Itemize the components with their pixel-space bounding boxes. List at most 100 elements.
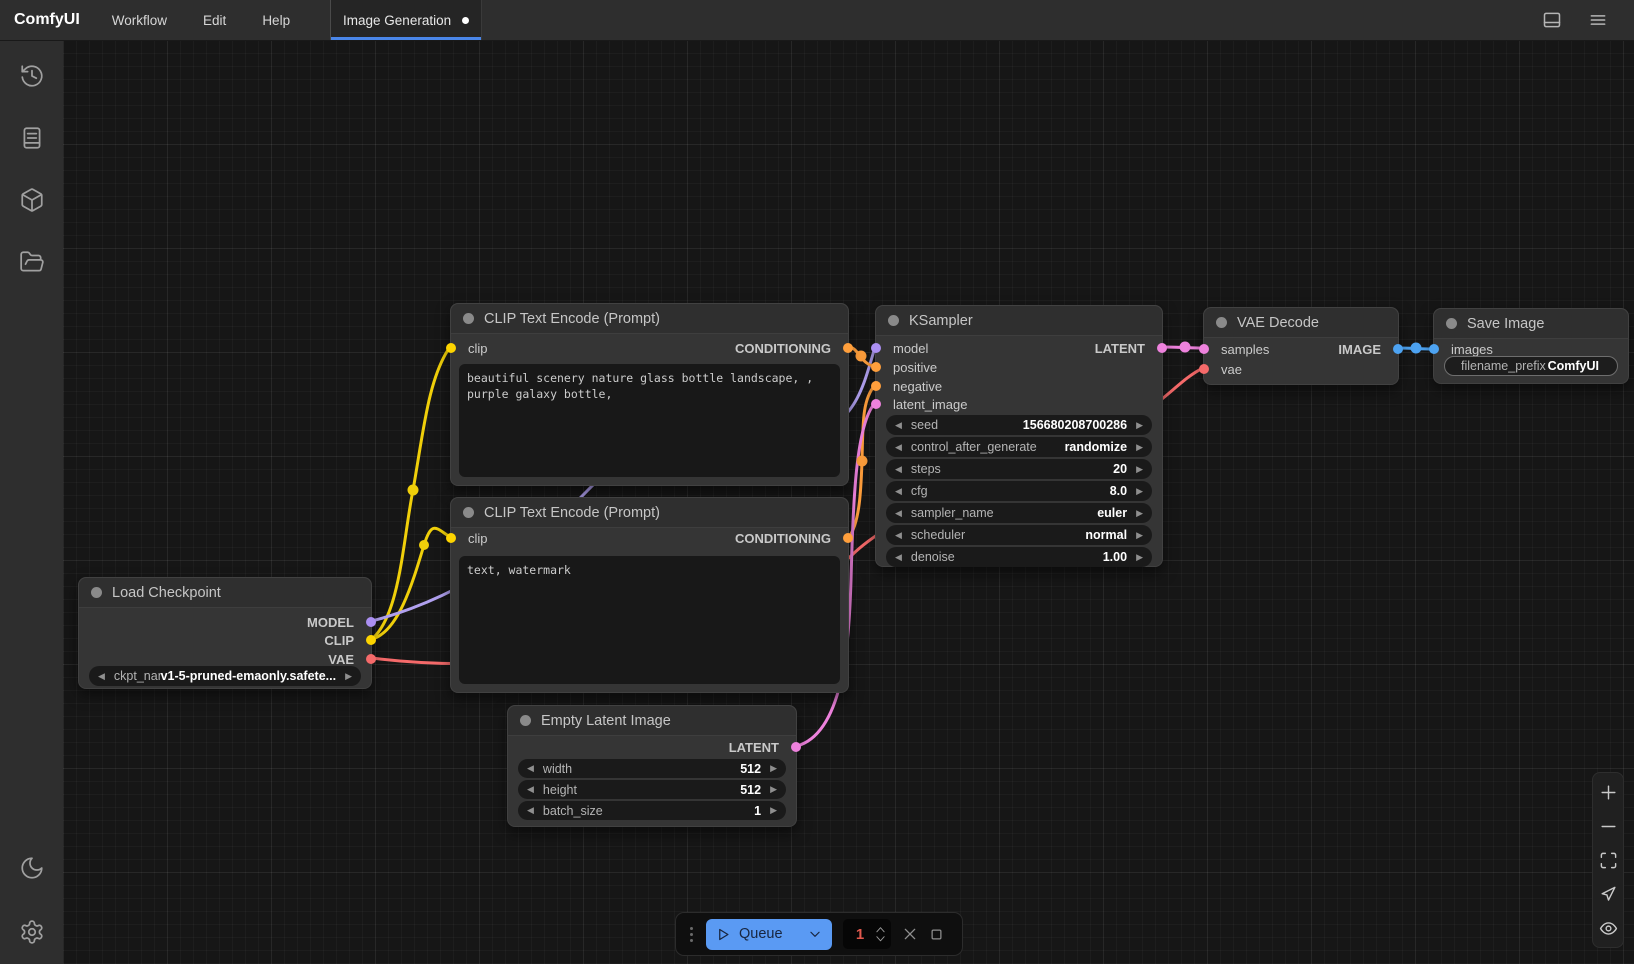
- decrement-arrow-icon[interactable]: ◀: [895, 443, 902, 452]
- zoom-out-icon[interactable]: [1596, 814, 1620, 838]
- sidebar-item-model-library[interactable]: [10, 178, 54, 222]
- chevron-down-icon[interactable]: [808, 927, 822, 941]
- node-header[interactable]: Empty Latent Image: [508, 706, 796, 736]
- output-port-vae[interactable]: [366, 654, 376, 664]
- increment-arrow-icon[interactable]: ▶: [1136, 487, 1143, 496]
- node-load-checkpoint[interactable]: Load Checkpoint MODEL CLIP VAE ◀ ckpt_na…: [78, 577, 372, 689]
- input-port-latent-image[interactable]: [871, 399, 881, 409]
- input-port-images[interactable]: [1429, 344, 1439, 354]
- collapse-dot-icon[interactable]: [888, 315, 899, 326]
- stop-icon[interactable]: [929, 927, 944, 942]
- increment-arrow-icon[interactable]: ▶: [1136, 509, 1143, 518]
- node-header[interactable]: Load Checkpoint: [79, 578, 371, 608]
- height-widget[interactable]: ◀ height 512 ▶: [518, 780, 786, 799]
- decrement-arrow-icon[interactable]: ◀: [527, 785, 534, 794]
- increment-arrow-icon[interactable]: ▶: [770, 785, 777, 794]
- zoom-in-icon[interactable]: [1596, 780, 1620, 804]
- tab-image-generation[interactable]: Image Generation: [330, 0, 482, 40]
- denoise-widget[interactable]: ◀ denoise 1.00 ▶: [886, 547, 1152, 567]
- decrement-arrow-icon[interactable]: ◀: [895, 509, 902, 518]
- decrement-arrow-icon[interactable]: ◀: [895, 553, 902, 562]
- seed-widget[interactable]: ◀ seed 156680208700286 ▶: [886, 415, 1152, 435]
- node-header[interactable]: CLIP Text Encode (Prompt): [451, 498, 848, 528]
- input-port-negative[interactable]: [871, 381, 881, 391]
- output-port-latent[interactable]: [791, 742, 801, 752]
- increment-chevron-icon[interactable]: [875, 926, 886, 933]
- increment-arrow-icon[interactable]: ▶: [1136, 553, 1143, 562]
- scheduler-widget[interactable]: ◀ scheduler normal ▶: [886, 525, 1152, 545]
- ckpt-name-widget[interactable]: ◀ ckpt_name v1-5-pruned-emaonly.safete..…: [89, 666, 361, 686]
- node-clip-text-encode-negative[interactable]: CLIP Text Encode (Prompt) clip CONDITION…: [450, 497, 849, 693]
- queue-button[interactable]: Queue: [706, 919, 832, 950]
- node-vae-decode[interactable]: VAE Decode samples IMAGE vae: [1203, 307, 1399, 385]
- collapse-dot-icon[interactable]: [463, 507, 474, 518]
- batch-size-widget[interactable]: ◀ batch_size 1 ▶: [518, 801, 786, 820]
- output-port-latent[interactable]: [1157, 343, 1167, 353]
- toggle-link-visibility-icon[interactable]: [1596, 916, 1620, 940]
- output-port-clip[interactable]: [366, 635, 376, 645]
- menu-workflow[interactable]: Workflow: [98, 7, 181, 34]
- output-port-conditioning[interactable]: [843, 533, 853, 543]
- output-label-latent: LATENT: [729, 740, 779, 755]
- node-ksampler[interactable]: KSampler model LATENT positive negative …: [875, 305, 1163, 567]
- settings-button[interactable]: [10, 910, 54, 954]
- sidebar-item-queue-history[interactable]: [10, 54, 54, 98]
- decrement-arrow-icon[interactable]: ◀: [895, 421, 902, 430]
- collapse-dot-icon[interactable]: [1446, 318, 1457, 329]
- increment-arrow-icon[interactable]: ▶: [1136, 465, 1143, 474]
- output-port-conditioning[interactable]: [843, 343, 853, 353]
- decrement-arrow-icon[interactable]: ◀: [527, 806, 534, 815]
- cfg-widget[interactable]: ◀ cfg 8.0 ▶: [886, 481, 1152, 501]
- input-port-clip[interactable]: [446, 533, 456, 543]
- pan-mode-icon[interactable]: [1596, 882, 1620, 906]
- menu-edit[interactable]: Edit: [189, 7, 240, 34]
- input-port-clip[interactable]: [446, 343, 456, 353]
- output-port-model[interactable]: [366, 617, 376, 627]
- control-after-generate-widget[interactable]: ◀ control_after_generate randomize ▶: [886, 437, 1152, 457]
- menu-help[interactable]: Help: [248, 7, 304, 34]
- node-save-image[interactable]: Save Image images filename_prefix ComfyU…: [1433, 308, 1629, 384]
- decrement-arrow-icon[interactable]: ◀: [527, 764, 534, 773]
- clear-queue-icon[interactable]: [902, 926, 918, 942]
- decrement-arrow-icon[interactable]: ◀: [895, 487, 902, 496]
- sidebar-item-workflows[interactable]: [10, 240, 54, 284]
- input-port-positive[interactable]: [871, 362, 881, 372]
- input-port-samples[interactable]: [1199, 344, 1209, 354]
- input-port-vae[interactable]: [1199, 364, 1209, 374]
- increment-arrow-icon[interactable]: ▶: [770, 806, 777, 815]
- batch-count-stepper[interactable]: 1: [843, 919, 891, 949]
- node-header[interactable]: KSampler: [876, 306, 1162, 336]
- increment-arrow-icon[interactable]: ▶: [1136, 443, 1143, 452]
- negative-prompt-textarea[interactable]: text, watermark: [459, 556, 840, 684]
- decrement-chevron-icon[interactable]: [875, 935, 886, 942]
- increment-arrow-icon[interactable]: ▶: [1136, 421, 1143, 430]
- drag-handle[interactable]: [688, 927, 695, 942]
- increment-arrow-icon[interactable]: ▶: [1136, 531, 1143, 540]
- output-port-image[interactable]: [1393, 344, 1403, 354]
- filename-prefix-widget[interactable]: filename_prefix ComfyUI: [1444, 356, 1618, 376]
- sampler-name-widget[interactable]: ◀ sampler_name euler ▶: [886, 503, 1152, 523]
- increment-arrow-icon[interactable]: ▶: [770, 764, 777, 773]
- fit-view-icon[interactable]: [1596, 848, 1620, 872]
- node-header[interactable]: VAE Decode: [1204, 308, 1398, 338]
- theme-toggle-button[interactable]: [10, 846, 54, 890]
- width-widget[interactable]: ◀ width 512 ▶: [518, 759, 786, 778]
- collapse-dot-icon[interactable]: [91, 587, 102, 598]
- steps-widget[interactable]: ◀ steps 20 ▶: [886, 459, 1152, 479]
- node-empty-latent-image[interactable]: Empty Latent Image LATENT ◀ width 512 ▶ …: [507, 705, 797, 827]
- hamburger-menu-icon[interactable]: [1588, 10, 1608, 30]
- decrement-arrow-icon[interactable]: ◀: [895, 531, 902, 540]
- decrement-arrow-icon[interactable]: ◀: [98, 672, 105, 681]
- collapse-dot-icon[interactable]: [1216, 317, 1227, 328]
- collapse-dot-icon[interactable]: [463, 313, 474, 324]
- sidebar-item-node-library[interactable]: [10, 116, 54, 160]
- node-clip-text-encode-positive[interactable]: CLIP Text Encode (Prompt) clip CONDITION…: [450, 303, 849, 486]
- collapse-dot-icon[interactable]: [520, 715, 531, 726]
- positive-prompt-textarea[interactable]: beautiful scenery nature glass bottle la…: [459, 364, 840, 477]
- node-header[interactable]: Save Image: [1434, 309, 1628, 339]
- decrement-arrow-icon[interactable]: ◀: [895, 465, 902, 474]
- node-header[interactable]: CLIP Text Encode (Prompt): [451, 304, 848, 334]
- bottom-panel-toggle-icon[interactable]: [1542, 10, 1562, 30]
- input-port-model[interactable]: [871, 343, 881, 353]
- increment-arrow-icon[interactable]: ▶: [345, 672, 352, 681]
